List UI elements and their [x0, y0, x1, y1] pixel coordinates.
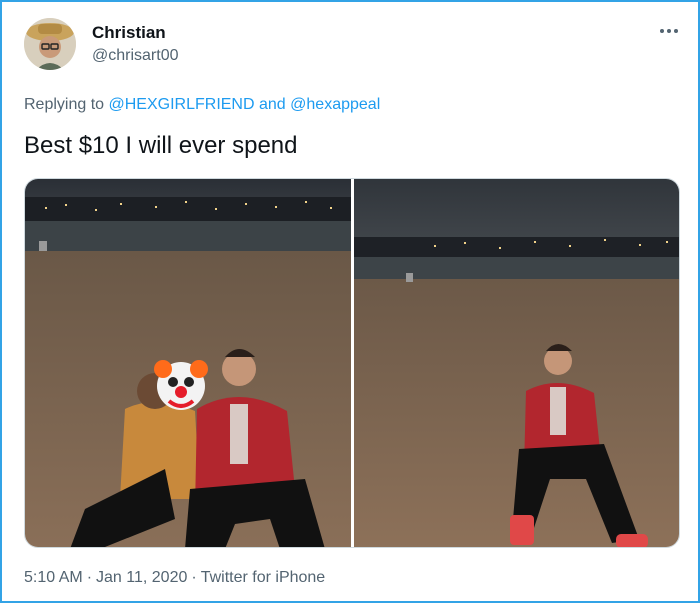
- author-handle[interactable]: @chrisart00: [92, 47, 179, 65]
- tweet-meta: 5:10 AM · Jan 11, 2020 · Twitter for iPhone: [24, 569, 325, 587]
- author-avatar[interactable]: [24, 18, 76, 70]
- author-name[interactable]: Christian: [92, 23, 166, 43]
- replying-prefix: Replying to: [24, 96, 105, 113]
- tweet-time[interactable]: 5:10 AM: [24, 569, 83, 586]
- replying-to: Replying to @HEXGIRLFRIEND and @hexappea…: [24, 96, 380, 114]
- meta-separator: ·: [191, 569, 197, 586]
- tweet-media: [24, 178, 680, 548]
- media-photo-left[interactable]: [25, 179, 351, 547]
- reply-user-link-2[interactable]: @hexappeal: [290, 96, 380, 113]
- more-options-icon[interactable]: [657, 24, 681, 38]
- reply-conjunction: and: [259, 96, 286, 113]
- reply-user-link-1[interactable]: @HEXGIRLFRIEND: [109, 96, 255, 113]
- tweet-text: Best $10 I will ever spend: [24, 132, 298, 159]
- tweet-date[interactable]: Jan 11, 2020: [96, 569, 187, 586]
- media-photo-right[interactable]: [354, 179, 679, 547]
- tweet-card: Christian @chrisart00 Replying to @HEXGI…: [0, 0, 700, 603]
- tweet-source[interactable]: Twitter for iPhone: [201, 569, 326, 586]
- meta-separator: ·: [86, 569, 93, 586]
